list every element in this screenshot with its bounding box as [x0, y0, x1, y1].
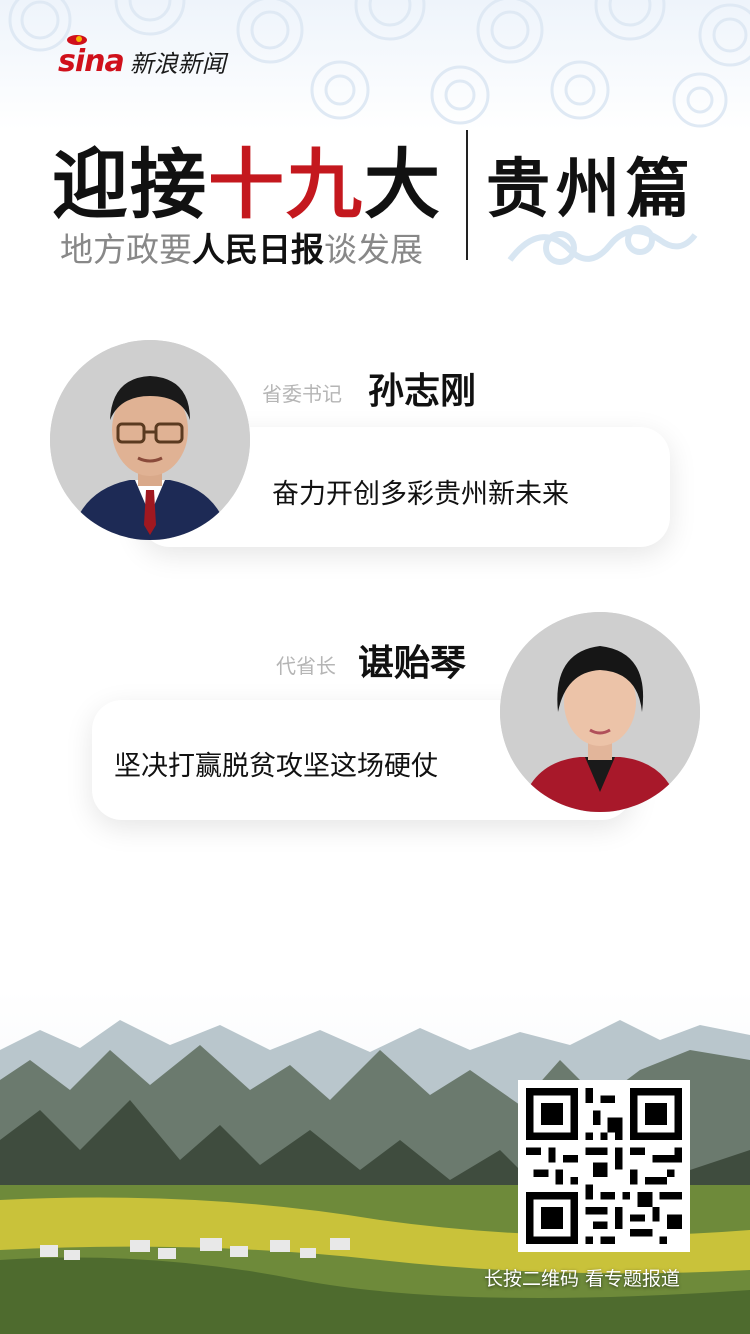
title-suffix: 大 [364, 140, 442, 229]
sina-eye-icon [67, 35, 87, 45]
title-divider [466, 130, 468, 260]
logo-name: 新浪新闻 [129, 50, 226, 78]
page-title: 迎接十九大 [52, 140, 442, 230]
qr-code-icon [526, 1088, 682, 1244]
sina-news-logo: sina 新浪新闻 [58, 35, 226, 79]
logo-brand: sina [58, 44, 125, 79]
title-prefix: 迎接 [52, 140, 208, 229]
man-portrait-icon [50, 340, 250, 540]
qr-code[interactable] [518, 1080, 690, 1252]
woman-portrait-icon [500, 612, 700, 812]
subtitle-bold: 人民日报 [192, 230, 324, 269]
official-quote: 奋力开创多彩贵州新未来 [272, 479, 569, 510]
official-name: 谌贻琴 [358, 642, 467, 684]
qr-caption: 长按二维码 看专题报道 [484, 1268, 681, 1290]
official-quote: 坚决打赢脱贫攻坚这场硬仗 [114, 751, 438, 782]
title-highlight: 十九 [208, 140, 364, 229]
official-photo [500, 612, 700, 812]
official-role: 代省长 [276, 654, 336, 678]
official-role: 省委书记 [262, 382, 342, 406]
subtitle-post: 谈发展 [324, 230, 423, 269]
page-subtitle: 地方政要人民日报谈发展 [60, 228, 423, 272]
official-name: 孙志刚 [368, 370, 477, 412]
province-title: 贵州篇 [486, 152, 696, 227]
official-photo [50, 340, 250, 540]
subtitle-pre: 地方政要 [60, 230, 192, 269]
